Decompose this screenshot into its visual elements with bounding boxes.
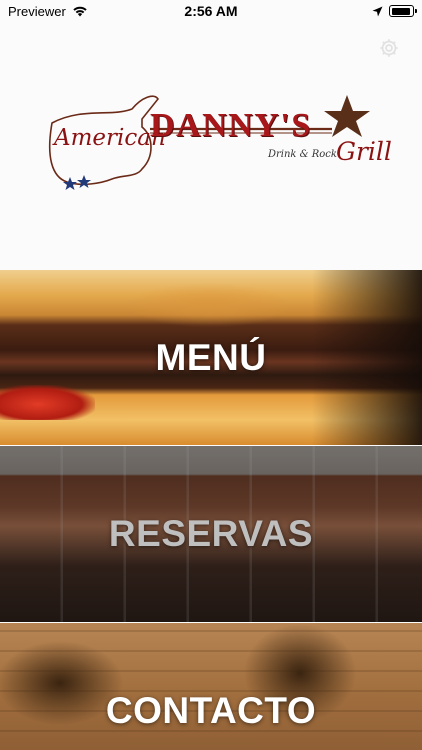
carrier-label: Previewer	[8, 3, 66, 19]
logo-dannys-text: DANNY'S	[150, 107, 312, 144]
status-bar: Previewer 2:56 AM	[0, 0, 422, 22]
header: American DANNY'S Drink & Rock Grill	[0, 22, 422, 270]
contacto-tile[interactable]: CONTACTO	[0, 623, 422, 750]
location-arrow-icon	[372, 6, 383, 16]
wifi-icon	[73, 6, 87, 17]
menu-tile-label: MENÚ	[155, 336, 267, 378]
status-left: Previewer	[8, 4, 88, 19]
status-right	[372, 5, 417, 17]
battery-icon	[389, 5, 417, 17]
menu-tile[interactable]: MENÚ	[0, 270, 422, 445]
contacto-tile-label: CONTACTO	[105, 689, 317, 731]
reservas-tile[interactable]: RESERVAS	[0, 446, 422, 622]
gear-icon[interactable]	[378, 37, 400, 59]
logo-tagline-text: Drink & Rock	[268, 149, 337, 160]
logo: American DANNY'S Drink & Rock Grill	[42, 87, 392, 202]
logo-grill-text: Grill	[336, 137, 392, 166]
battery-level	[391, 7, 410, 15]
reservas-tile-label: RESERVAS	[108, 513, 314, 554]
